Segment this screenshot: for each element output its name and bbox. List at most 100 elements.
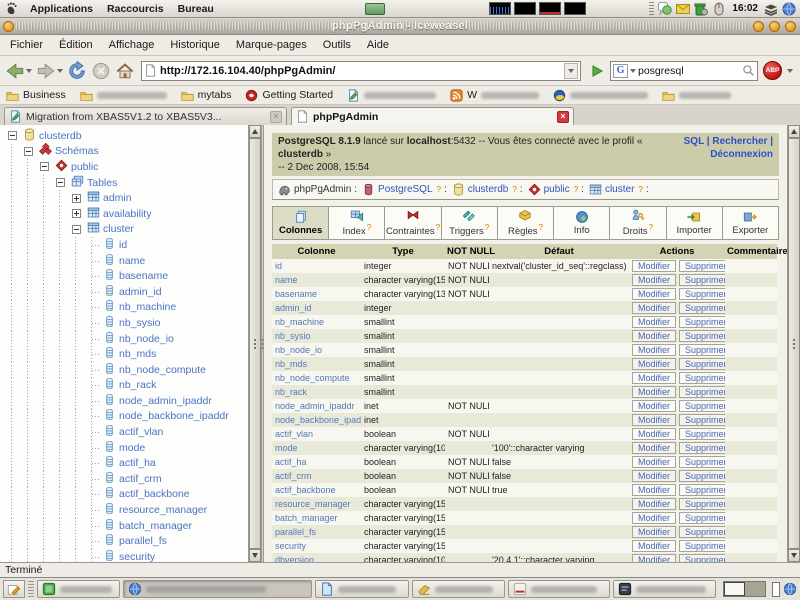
main-scrollbar[interactable] — [787, 125, 800, 562]
tab-colonnes[interactable]: Colonnes — [273, 207, 328, 239]
menu-aide[interactable]: Aide — [359, 37, 397, 53]
scroll-up-arrow[interactable] — [249, 125, 261, 138]
supprimer-link[interactable]: Supprimer — [679, 358, 725, 370]
menu-fichier[interactable]: Fichier — [2, 37, 51, 53]
tree-node-cluster[interactable]: cluster — [0, 222, 248, 238]
tree-expander[interactable] — [24, 147, 33, 156]
adblock-icon[interactable]: ABP — [763, 61, 782, 80]
system-monitor-applets[interactable] — [489, 2, 586, 15]
browser-tab-migration-from-xbas5v1-2-to-xbas5v3[interactable]: Migration from XBAS5V1.2 to XBAS5V3...× — [4, 107, 287, 125]
modifier-link[interactable]: Modifier — [632, 386, 676, 398]
cell-colonne[interactable]: dbversion — [272, 553, 361, 562]
tree-expander[interactable] — [8, 131, 17, 140]
url-input[interactable] — [160, 65, 561, 77]
cell-colonne[interactable]: batch_manager — [272, 511, 361, 525]
cell-colonne[interactable]: nb_sysio — [272, 329, 361, 343]
workspace-2[interactable] — [745, 582, 765, 596]
window-menu-button[interactable] — [3, 21, 14, 32]
tree-node-nb-sysio[interactable]: nb_sysio — [0, 315, 248, 331]
supprimer-link[interactable]: Supprimer — [679, 428, 725, 440]
tree-node-basename[interactable]: basename — [0, 268, 248, 284]
tree-node-tables[interactable]: Tables — [0, 175, 248, 191]
tab-triggers[interactable]: Triggers? — [441, 207, 497, 239]
cell-colonne[interactable]: nb_node_io — [272, 343, 361, 357]
tab-index[interactable]: Index? — [328, 207, 384, 239]
bookmark-redacted-1[interactable] — [80, 89, 167, 102]
panel-menu-raccourcis[interactable]: Raccourcis — [100, 3, 171, 15]
taskbar-window-button-5[interactable] — [508, 580, 610, 598]
tree-expander[interactable] — [56, 178, 65, 187]
magnifier-icon[interactable] — [742, 64, 755, 77]
mouse-icon[interactable] — [712, 2, 726, 16]
tree-scrollbar[interactable] — [248, 125, 261, 562]
mail-icon[interactable] — [676, 2, 690, 16]
tree-node-mode[interactable]: mode — [0, 440, 248, 456]
taskbar-window-button-4[interactable] — [412, 580, 506, 598]
globe-tray-icon[interactable] — [782, 2, 796, 16]
help-link[interactable]: ? — [436, 223, 440, 232]
tree-node-name[interactable]: name — [0, 253, 248, 269]
tree-node-admin[interactable]: admin — [0, 190, 248, 206]
cell-colonne[interactable]: security — [272, 539, 361, 553]
help-link[interactable]: ? — [485, 223, 489, 232]
help-link[interactable]: ? — [437, 185, 441, 194]
panel-applet-icon[interactable] — [365, 3, 385, 15]
tree-node-node-backbone-ipaddr[interactable]: node_backbone_ipaddr — [0, 409, 248, 425]
supprimer-link[interactable]: Supprimer — [679, 470, 725, 482]
cell-colonne[interactable]: admin_id — [272, 301, 361, 315]
help-link[interactable]: ? — [574, 185, 578, 194]
menu-affichage[interactable]: Affichage — [101, 37, 163, 53]
supprimer-link[interactable]: Supprimer — [679, 344, 725, 356]
taskbar-handle[interactable] — [28, 581, 34, 597]
breadcrumb-clusterdb[interactable]: clusterdb? — [452, 183, 517, 196]
scroll-down-arrow[interactable] — [249, 549, 261, 562]
panel-menu-bureau[interactable]: Bureau — [171, 3, 221, 15]
menu-historique[interactable]: Historique — [162, 37, 228, 53]
cell-colonne[interactable]: node_backbone_ipaddr — [272, 413, 361, 427]
cell-colonne[interactable]: resource_manager — [272, 497, 361, 511]
forward-button[interactable] — [35, 60, 64, 82]
supprimer-link[interactable]: Supprimer — [679, 512, 725, 524]
cell-colonne[interactable]: actif_crm — [272, 469, 361, 483]
tab-r-gles[interactable]: Règles? — [497, 207, 553, 239]
menu-outils[interactable]: Outils — [315, 37, 359, 53]
help-link[interactable]: ? — [367, 223, 371, 232]
tree-node-parallel-fs[interactable]: parallel_fs — [0, 533, 248, 549]
tree-node-availability[interactable]: availability — [0, 206, 248, 222]
modifier-link[interactable]: Modifier — [632, 428, 676, 440]
modifier-link[interactable]: Modifier — [632, 414, 676, 426]
modifier-link[interactable]: Modifier — [632, 554, 676, 562]
modifier-link[interactable]: Modifier — [632, 540, 676, 552]
modifier-link[interactable]: Modifier — [632, 484, 676, 496]
supprimer-link[interactable]: Supprimer — [679, 288, 725, 300]
search-engine-dropdown[interactable] — [630, 69, 636, 73]
bookmark-redacted-7[interactable] — [662, 89, 731, 102]
banner-link-sql[interactable]: SQL — [684, 136, 704, 147]
help-link[interactable]: ? — [512, 185, 516, 194]
window-titlebar[interactable]: phpPgAdmin - Iceweasel — [0, 18, 800, 35]
cell-colonne[interactable]: basename — [272, 287, 361, 301]
tree-node-nb-rack[interactable]: nb_rack — [0, 378, 248, 394]
modifier-link[interactable]: Modifier — [632, 456, 676, 468]
taskbar-mini-window[interactable] — [772, 582, 780, 597]
bookmark-w[interactable]: W — [450, 89, 539, 102]
supprimer-link[interactable]: Supprimer — [679, 526, 725, 538]
tree-expander[interactable] — [72, 194, 81, 203]
modifier-link[interactable]: Modifier — [632, 274, 676, 286]
modifier-link[interactable]: Modifier — [632, 330, 676, 342]
modifier-link[interactable]: Modifier — [632, 512, 676, 524]
cell-colonne[interactable]: actif_ha — [272, 455, 361, 469]
scroll-thumb[interactable] — [249, 138, 261, 549]
tree-node-id[interactable]: id — [0, 237, 248, 253]
url-bar[interactable] — [141, 61, 581, 81]
supprimer-link[interactable]: Supprimer — [679, 400, 725, 412]
modifier-link[interactable]: Modifier — [632, 470, 676, 482]
cell-colonne[interactable]: nb_machine — [272, 315, 361, 329]
tree-expander[interactable] — [72, 209, 81, 218]
reload-button[interactable] — [66, 60, 88, 82]
tab-exporter[interactable]: Exporter — [722, 207, 778, 239]
tab-close-icon[interactable]: × — [270, 111, 282, 123]
supprimer-link[interactable]: Supprimer — [679, 414, 725, 426]
tree-node-security[interactable]: security — [0, 549, 248, 562]
search-engine-icon[interactable]: G — [613, 64, 628, 78]
